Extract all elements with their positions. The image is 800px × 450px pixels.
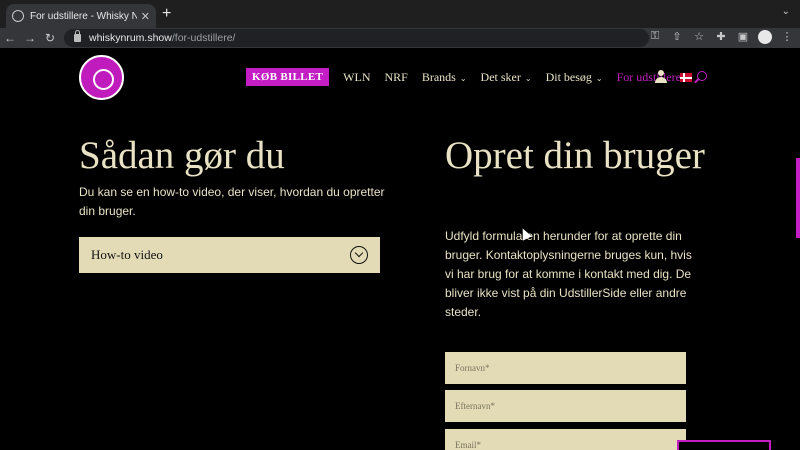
nav-item-label: Det sker [480, 69, 521, 84]
lastname-field [445, 390, 686, 422]
email-field [445, 429, 686, 450]
share-icon[interactable]: ⇧ [670, 30, 684, 44]
nav-item-wln[interactable]: WLN [343, 70, 370, 85]
email-input[interactable] [455, 440, 686, 450]
browser-tabbar: For udstillere - Whisky N Rum ✕ + ⌄ [0, 0, 800, 28]
tab-search-icon[interactable]: ⌄ [782, 6, 790, 17]
tab-title: For udstillere - Whisky N Rum [30, 10, 137, 22]
chevron-down-icon: ⌄ [524, 73, 532, 83]
nav-item-label: Dit besøg [545, 69, 592, 84]
globe-icon [12, 10, 24, 22]
scroll-indicator[interactable] [796, 158, 800, 238]
nav-item-brands[interactable]: Brands ⌄ [422, 70, 467, 85]
key-icon[interactable]: ⚿ [648, 30, 662, 44]
bookmark-star-icon[interactable]: ☆ [692, 30, 706, 44]
new-tab-icon[interactable]: + [162, 6, 171, 22]
toolbar-icons: ⚿ ⇧ ☆ ✚ ▣ ⋮ [648, 30, 794, 44]
chevron-circle-down-icon [350, 246, 368, 264]
chevron-down-icon: ⌄ [595, 73, 603, 83]
close-tab-icon[interactable]: ✕ [141, 10, 150, 23]
right-text: Udfyld formularen herunder for at oprett… [445, 229, 692, 319]
side-panel-icon[interactable]: ▣ [736, 30, 750, 44]
reload-icon[interactable]: ↻ [40, 31, 60, 45]
nav-item-visit[interactable]: Dit besøg ⌄ [546, 70, 603, 85]
accordion-label: How-to video [91, 247, 163, 262]
howto-video-accordion[interactable]: How-to video [79, 237, 380, 273]
nav-item-events[interactable]: Det sker ⌄ [481, 70, 532, 85]
search-icon[interactable] [697, 71, 707, 81]
nav-item-nrf[interactable]: NRF [385, 70, 408, 85]
lock-icon[interactable] [74, 30, 81, 42]
url-host: whiskynrum.show [89, 32, 172, 44]
forward-icon[interactable]: → [20, 31, 40, 45]
chevron-down-icon: ⌄ [459, 73, 467, 83]
firstname-input[interactable] [455, 363, 686, 373]
main-nav: KØB BILLET WLN NRF Brands ⌄ Det sker ⌄ Dit… [246, 67, 695, 87]
buy-ticket-button[interactable]: KØB BILLET [246, 68, 330, 86]
user-icon[interactable] [655, 70, 667, 83]
nav-item-label: Brands [421, 69, 456, 84]
left-text: Du kan se en how-to video, der viser, hv… [79, 185, 385, 218]
extensions-puzzle-icon[interactable]: ✚ [714, 30, 728, 44]
submit-button-partial[interactable] [677, 440, 771, 450]
address-bar[interactable]: whiskynrum.show /for-udstillere/ [64, 29, 649, 47]
right-heading: Opret din bruger [445, 134, 705, 177]
browser-toolbar: ← → ↻ whiskynrum.show /for-udstillere/ ⚿… [0, 28, 800, 48]
url-path: /for-udstillere/ [171, 32, 236, 44]
left-heading: Sådan gør du [79, 134, 285, 177]
site-logo[interactable] [79, 55, 124, 100]
profile-avatar[interactable] [758, 30, 772, 44]
back-icon[interactable]: ← [0, 31, 20, 45]
danish-flag-icon[interactable] [680, 73, 692, 82]
nav-item-exhibitors[interactable]: For udstillere [617, 70, 681, 85]
lastname-input[interactable] [455, 401, 686, 411]
kebab-menu-icon[interactable]: ⋮ [780, 30, 794, 44]
firstname-field [445, 352, 686, 384]
browser-tab[interactable]: For udstillere - Whisky N Rum ✕ [6, 4, 156, 28]
